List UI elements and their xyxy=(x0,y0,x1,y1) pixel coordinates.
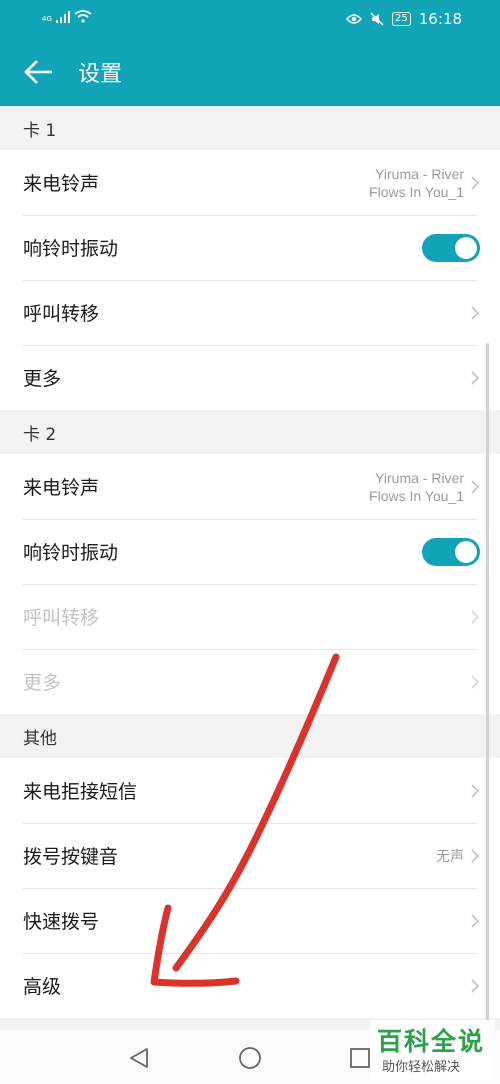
ringtone-row-card1[interactable]: 来电铃声 Yiruma - River Flows In You_1 xyxy=(0,150,500,215)
settings-list: 卡 1 来电铃声 Yiruma - River Flows In You_1 响… xyxy=(0,106,500,1018)
chevron-right-icon xyxy=(471,674,480,689)
chevron-right-icon xyxy=(471,913,480,928)
reject-sms-row[interactable]: 来电拒接短信 xyxy=(0,758,500,823)
ringtone-value-line1: Yiruma - River xyxy=(375,469,464,486)
call-forwarding-row-card1[interactable]: 呼叫转移 xyxy=(0,280,500,345)
section-other: 来电拒接短信 拨号按键音 无声 快速拨号 高级 xyxy=(0,758,500,1018)
row-label: 来电铃声 xyxy=(23,173,100,195)
mute-icon xyxy=(370,12,384,26)
more-row-card1[interactable]: 更多 xyxy=(0,345,500,410)
call-forwarding-row-card2: 呼叫转移 xyxy=(0,584,500,649)
ringtone-value-line2: Flows In You_1 xyxy=(369,183,464,200)
toggle-knob xyxy=(455,540,477,563)
chevron-right-icon xyxy=(471,479,480,494)
vibrate-row-card2[interactable]: 响铃时振动 xyxy=(0,519,500,584)
watermark-subtitle: 助你轻松解决 xyxy=(382,1060,461,1075)
network-type: 4G xyxy=(42,15,52,23)
section-header-card2: 卡 2 xyxy=(0,410,500,454)
row-label: 响铃时振动 xyxy=(23,542,119,564)
nav-back-icon[interactable] xyxy=(128,1047,150,1069)
ringtone-value: Yiruma - River Flows In You_1 xyxy=(369,165,464,201)
scrollbar[interactable] xyxy=(486,343,489,1033)
chevron-right-icon xyxy=(471,848,480,863)
row-label: 来电拒接短信 xyxy=(23,781,138,803)
section-header-other: 其他 xyxy=(0,714,500,758)
section-card1: 来电铃声 Yiruma - River Flows In You_1 响铃时振动… xyxy=(0,150,500,410)
ringtone-value: Yiruma - River Flows In You_1 xyxy=(369,469,464,505)
section-header-card1: 卡 1 xyxy=(0,106,500,150)
toggle-knob xyxy=(455,236,477,259)
row-label: 呼叫转移 xyxy=(23,303,100,325)
vibrate-toggle-card1[interactable] xyxy=(422,233,480,262)
row-label: 来电铃声 xyxy=(23,477,100,499)
speed-dial-row[interactable]: 快速拨号 xyxy=(0,888,500,953)
chevron-right-icon xyxy=(471,978,480,993)
page-title: 设置 xyxy=(78,62,123,87)
advanced-row[interactable]: 高级 xyxy=(0,953,500,1018)
ringtone-value-line1: Yiruma - River xyxy=(375,165,464,182)
status-right: 25 16:18 xyxy=(346,10,462,28)
vibrate-row-card1[interactable]: 响铃时振动 xyxy=(0,215,500,280)
ringtone-row-card2[interactable]: 来电铃声 Yiruma - River Flows In You_1 xyxy=(0,454,500,519)
section-card2: 来电铃声 Yiruma - River Flows In You_1 响铃时振动… xyxy=(0,454,500,714)
signal-icon xyxy=(55,11,70,23)
vibrate-toggle-card2[interactable] xyxy=(422,537,480,566)
status-bar: 4G 25 16:18 xyxy=(0,0,500,38)
status-left: 4G xyxy=(42,10,92,23)
eye-comfort-icon xyxy=(346,14,363,24)
row-label: 快速拨号 xyxy=(23,911,100,933)
row-label: 更多 xyxy=(23,368,62,390)
nav-home-icon[interactable] xyxy=(238,1047,262,1071)
nav-recent-icon[interactable] xyxy=(350,1048,370,1068)
app-bar: 设置 xyxy=(0,38,500,106)
wifi-icon xyxy=(74,10,92,23)
arrow-left-icon[interactable] xyxy=(22,58,54,86)
row-label: 更多 xyxy=(23,672,62,694)
watermark-logo: 百科全说 助你轻松解决 xyxy=(370,1020,495,1080)
status-time: 16:18 xyxy=(418,10,462,28)
ringtone-value-line2: Flows In You_1 xyxy=(369,487,464,504)
chevron-right-icon xyxy=(471,305,480,320)
battery-indicator: 25 xyxy=(392,12,411,26)
chevron-right-icon xyxy=(471,370,480,385)
dial-tone-value: 无声 xyxy=(436,847,464,864)
watermark-title: 百科全说 xyxy=(377,1027,486,1056)
row-label: 呼叫转移 xyxy=(23,607,100,629)
row-label: 高级 xyxy=(23,976,62,998)
more-row-card2: 更多 xyxy=(0,649,500,714)
chevron-right-icon xyxy=(471,783,480,798)
row-label: 拨号按键音 xyxy=(23,846,119,868)
dial-tone-row[interactable]: 拨号按键音 无声 xyxy=(0,823,500,888)
chevron-right-icon xyxy=(471,609,480,624)
chevron-right-icon xyxy=(471,175,480,190)
row-label: 响铃时振动 xyxy=(23,238,119,260)
